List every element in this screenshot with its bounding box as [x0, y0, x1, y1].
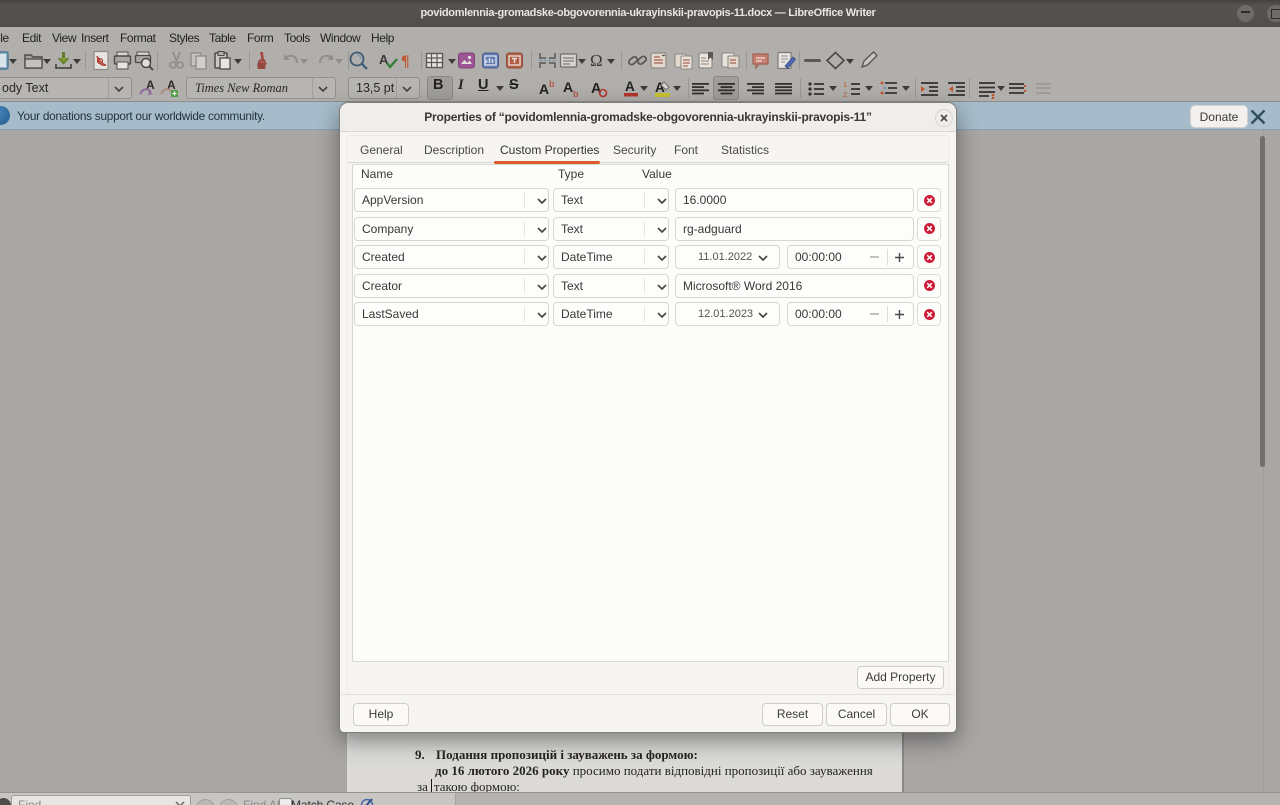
- svg-text:2.: 2.: [843, 90, 849, 99]
- svg-text:b: b: [549, 79, 555, 89]
- svg-text:1.: 1.: [843, 80, 849, 89]
- svg-text:A: A: [539, 81, 549, 97]
- svg-text:b: b: [573, 89, 579, 99]
- svg-text:A: A: [625, 79, 635, 94]
- svg-text:¶: ¶: [401, 53, 410, 70]
- svg-text:Ω: Ω: [590, 51, 603, 70]
- svg-text:A: A: [563, 79, 573, 95]
